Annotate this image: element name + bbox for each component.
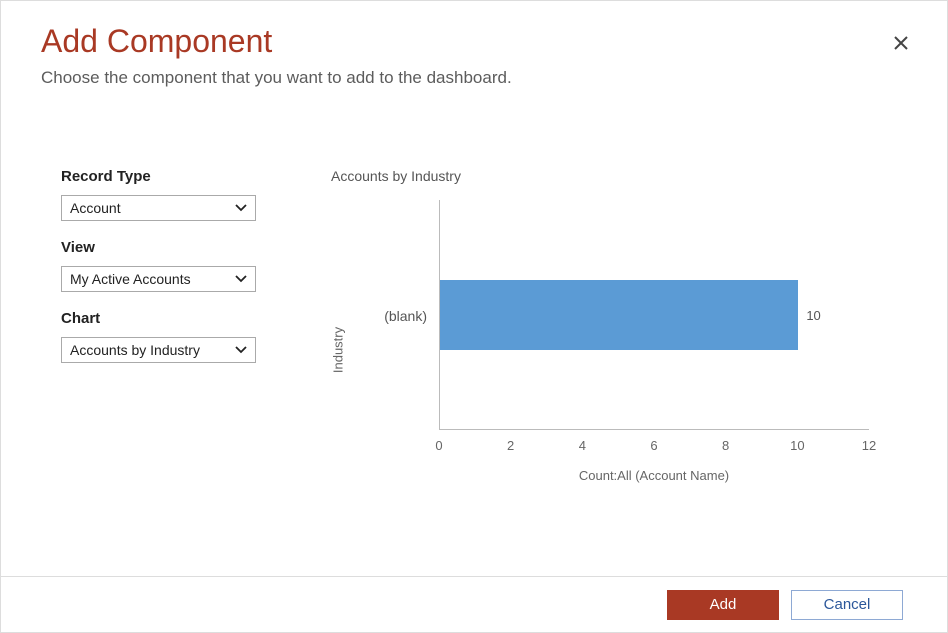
- category-label: (blank): [367, 308, 435, 324]
- y-axis-label: Industry: [331, 327, 346, 373]
- x-tick: 0: [435, 438, 442, 453]
- record-type-label: Record Type: [61, 168, 271, 185]
- chevron-down-icon: [235, 275, 247, 283]
- form-panel: Record Type Account View My Active Accou…: [61, 168, 271, 500]
- x-tick: 4: [579, 438, 586, 453]
- chevron-down-icon: [235, 204, 247, 212]
- chart-value: Accounts by Industry: [70, 342, 235, 358]
- cancel-button[interactable]: Cancel: [791, 590, 903, 620]
- record-type-select[interactable]: Account: [61, 195, 256, 221]
- close-icon: [893, 31, 909, 56]
- chevron-down-icon: [235, 346, 247, 354]
- x-tick: 6: [650, 438, 657, 453]
- dialog-footer: Add Cancel: [1, 576, 947, 632]
- x-axis-ticks: 024681012: [439, 438, 869, 458]
- dialog-subtitle: Choose the component that you want to ad…: [41, 68, 907, 88]
- chart-title: Accounts by Industry: [331, 168, 907, 184]
- view-label: View: [61, 239, 271, 256]
- plot-area: 10: [439, 200, 869, 430]
- view-value: My Active Accounts: [70, 271, 235, 287]
- x-axis-label: Count:All (Account Name): [439, 468, 869, 483]
- add-button[interactable]: Add: [667, 590, 779, 620]
- close-button[interactable]: [893, 33, 909, 55]
- x-tick: 12: [862, 438, 876, 453]
- chart-panel: Accounts by Industry Industry (blank) 10…: [319, 168, 907, 500]
- view-select[interactable]: My Active Accounts: [61, 266, 256, 292]
- chart-area: Industry (blank) 10 0 2 4 6 8 10 12 Count:All …: [319, 200, 879, 500]
- record-type-value: Account: [70, 200, 235, 216]
- dialog-header: Add Component Choose the component that …: [1, 1, 947, 98]
- bar-value-label: 10: [806, 308, 820, 323]
- bar: [440, 280, 798, 350]
- x-tick: 2: [507, 438, 514, 453]
- chart-label: Chart: [61, 310, 271, 327]
- chart-select[interactable]: Accounts by Industry: [61, 337, 256, 363]
- dialog-content: Record Type Account View My Active Accou…: [1, 98, 947, 520]
- plot-outer: (blank) 10 0 2 4 6 8 10 12 Count:All (Account …: [367, 200, 879, 500]
- x-tick: 8: [722, 438, 729, 453]
- x-tick: 10: [790, 438, 804, 453]
- dialog-title: Add Component: [41, 23, 907, 60]
